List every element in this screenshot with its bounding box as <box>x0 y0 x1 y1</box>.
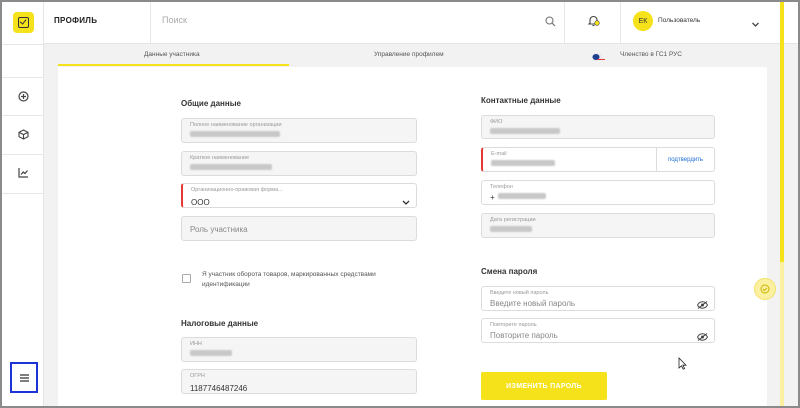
tab-gs1-membership[interactable]: Членство в ГС1 РУС <box>620 51 682 58</box>
chart-icon[interactable] <box>15 164 31 180</box>
active-tab-indicator <box>58 64 289 66</box>
blurred-value <box>491 160 555 166</box>
reg-date-field[interactable]: Дата регистрации <box>481 213 715 238</box>
search-icon[interactable] <box>545 14 556 32</box>
confirm-email-button[interactable]: подтвердить <box>656 148 714 171</box>
page-scrollbar[interactable] <box>780 2 784 406</box>
fio-field[interactable]: ФИО <box>481 115 715 139</box>
legal-form-label: Организационно-правовая форма... <box>191 187 283 193</box>
full-name-label: Полное наименование организации <box>190 122 282 128</box>
ogrn-field[interactable]: ОГРН 1187746487246 <box>181 369 417 394</box>
avatar[interactable]: ЕК <box>633 11 653 31</box>
tax-data-title: Налоговые данные <box>181 319 259 328</box>
new-password-field[interactable]: Введите новый пароль Введите новый парол… <box>481 286 715 311</box>
email-label: E-mail <box>491 151 507 157</box>
app-window: ПРОФИЛЬ Поиск ЕК Пользователь Данные уча… <box>2 2 798 406</box>
legal-form-value: ООО <box>191 198 210 207</box>
blurred-value <box>190 131 280 137</box>
blurred-value <box>190 350 232 356</box>
gs1-logo-icon <box>591 49 605 61</box>
blurred-value <box>190 164 272 170</box>
chevron-down-icon <box>402 193 410 211</box>
phone-prefix: + <box>490 193 495 202</box>
email-field[interactable]: E-mail подтвердить <box>481 147 715 172</box>
repeat-password-placeholder: Повторите пароль <box>490 331 558 340</box>
eye-off-icon[interactable] <box>696 296 709 314</box>
repeat-password-field[interactable]: Повторите пароль Повторите пароль <box>481 318 715 343</box>
top-header: ПРОФИЛЬ Поиск ЕК Пользователь <box>44 2 798 44</box>
sidebar-divider <box>2 115 44 116</box>
blurred-value <box>490 128 560 134</box>
add-circle-icon[interactable] <box>15 88 31 104</box>
box-icon[interactable] <box>15 126 31 142</box>
menu-button[interactable] <box>10 362 38 393</box>
logo-icon[interactable] <box>13 12 34 33</box>
market-participant-label: Я участник оборота товаров, маркированны… <box>202 271 376 288</box>
sidebar-divider <box>2 154 44 155</box>
sidebar-divider <box>2 44 44 45</box>
page-title: ПРОФИЛЬ <box>54 16 98 25</box>
new-password-placeholder: Введите новый пароль <box>490 299 576 308</box>
search-input[interactable]: Поиск <box>162 15 187 25</box>
role-field[interactable]: Роль участника <box>181 216 417 241</box>
change-password-button[interactable]: ИЗМЕНИТЬ ПАРОЛЬ <box>481 372 607 400</box>
mouse-cursor-icon <box>678 357 687 375</box>
short-name-field[interactable]: Краткое наименование <box>181 151 417 176</box>
ogrn-value: 1187746487246 <box>190 384 248 393</box>
sidebar-divider <box>2 193 44 194</box>
short-name-label: Краткое наименование <box>190 155 250 161</box>
header-divider <box>564 2 565 44</box>
contact-data-title: Контактные данные <box>481 96 561 105</box>
inn-field[interactable]: ИНН <box>181 337 417 362</box>
reg-date-label: Дата регистрации <box>490 217 536 223</box>
new-password-label: Введите новый пароль <box>490 290 549 296</box>
ogrn-label: ОГРН <box>190 373 205 379</box>
sidebar-divider <box>2 77 44 78</box>
header-divider <box>620 2 621 44</box>
inn-label: ИНН <box>190 341 202 347</box>
password-title: Смена пароля <box>481 267 538 276</box>
market-participant-checkbox[interactable] <box>182 274 191 283</box>
tab-participant-data[interactable]: Данные участника <box>144 51 200 58</box>
hamburger-icon <box>19 373 29 382</box>
check-circle-icon <box>760 284 770 294</box>
profile-card: Общие данные Полное наименование организ… <box>58 67 767 406</box>
phone-label: Телефон <box>490 184 513 190</box>
tab-profile-management[interactable]: Управление профилем <box>374 51 444 58</box>
user-name[interactable]: Пользователь <box>658 17 700 24</box>
blurred-value <box>498 193 546 199</box>
blurred-value <box>490 226 532 232</box>
notification-bell-icon[interactable] <box>587 14 600 32</box>
sidebar <box>2 2 44 406</box>
fio-label: ФИО <box>490 119 503 125</box>
full-name-field[interactable]: Полное наименование организации <box>181 118 417 143</box>
repeat-password-label: Повторите пароль <box>490 322 537 328</box>
scrollbar-thumb[interactable] <box>780 2 784 262</box>
legal-form-select[interactable]: Организационно-правовая форма... ООО <box>181 183 417 208</box>
phone-field[interactable]: Телефон + <box>481 180 715 205</box>
header-divider <box>150 2 151 44</box>
eye-off-icon[interactable] <box>696 328 709 346</box>
profile-tabs: Данные участника Управление профилем Чле… <box>58 44 767 67</box>
role-placeholder: Роль участника <box>190 225 248 234</box>
help-button[interactable] <box>754 278 776 300</box>
general-data-title: Общие данные <box>181 99 241 108</box>
chevron-down-icon[interactable] <box>751 16 760 34</box>
